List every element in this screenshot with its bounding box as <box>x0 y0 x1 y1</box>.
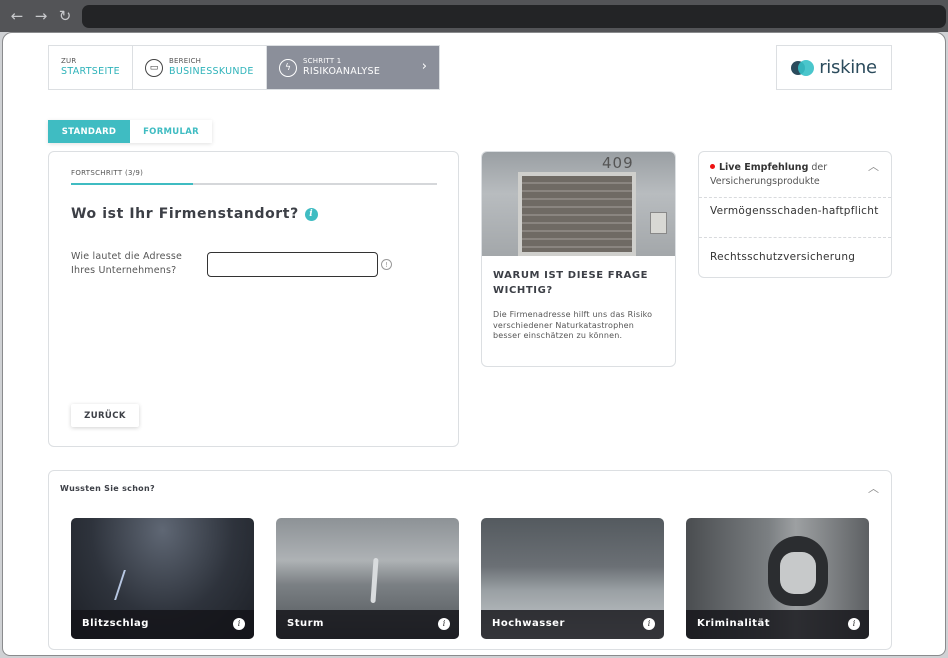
logo-mark-icon <box>791 59 815 76</box>
reload-icon[interactable]: ↻ <box>55 6 75 26</box>
crumb-risikoanalyse[interactable]: ϟ SCHRITT 1 RISIKOANALYSE › <box>267 46 439 89</box>
tile-label: Hochwasser <box>492 618 565 629</box>
tab-formular[interactable]: FORMULAR <box>130 120 212 143</box>
tile-label: Sturm <box>287 618 324 629</box>
question-card: FORTSCHRITT (3/9) Wo ist Ihr Firmenstand… <box>48 151 459 447</box>
crumb-large: BUSINESSKUNDE <box>169 66 254 77</box>
info-icon[interactable]: i <box>848 618 860 630</box>
help-icon[interactable]: ! <box>381 259 392 270</box>
lightning-icon: ϟ <box>279 58 297 77</box>
browser-toolbar: ← → ↻ <box>0 0 948 32</box>
arrow-right-icon[interactable]: → <box>31 6 51 26</box>
question-title: Wo ist Ihr Firmenstandort? i <box>71 206 318 222</box>
riskine-logo[interactable]: riskine <box>776 45 892 90</box>
product-item[interactable]: Vermögensschaden-haftpflicht <box>699 197 891 237</box>
product-item[interactable]: Rechtsschutzversicherung <box>699 237 891 277</box>
breadcrumb: ZUR STARTSEITE ▭ BEREICH BUSINESSKUNDE ϟ… <box>48 45 440 90</box>
address-label: Wie lautet die Adresse Ihres Unternehmen… <box>71 251 183 276</box>
tile-blitzschlag[interactable]: Blitzschlag i <box>71 518 254 639</box>
arrow-left-icon[interactable]: ← <box>7 6 27 26</box>
live-recommendation-panel: Live Empfehlung der Versicherungsprodukt… <box>698 151 892 278</box>
address-bar[interactable] <box>82 5 946 28</box>
door-image: 409 <box>482 152 675 256</box>
info-icon[interactable]: i <box>304 208 318 221</box>
info-icon[interactable]: i <box>438 618 450 630</box>
live-bold: Live Empfehlung <box>719 162 809 173</box>
tile-label: Kriminalität <box>697 618 770 629</box>
progress-label: FORTSCHRITT (3/9) <box>71 169 144 177</box>
did-you-know-panel: Wussten Sie schon? ︿ Blitzschlag i Sturm… <box>48 470 892 650</box>
chevron-up-icon[interactable]: ︿ <box>868 480 879 496</box>
page: ZUR STARTSEITE ▭ BEREICH BUSINESSKUNDE ϟ… <box>2 32 946 656</box>
briefcase-icon: ▭ <box>145 58 163 77</box>
crumb-small: BEREICH <box>169 57 202 65</box>
crumb-businesskunde[interactable]: ▭ BEREICH BUSINESSKUNDE <box>133 46 267 89</box>
why-card: 409 WARUM IST DIESE FRAGE WICHTIG? Die F… <box>481 151 676 367</box>
crumb-large: RISIKOANALYSE <box>303 66 381 77</box>
live-dot-icon <box>710 164 715 169</box>
chevron-right-icon: › <box>421 59 427 74</box>
why-title: WARUM IST DIESE FRAGE WICHTIG? <box>493 270 649 296</box>
house-number: 409 <box>602 154 634 172</box>
address-input[interactable] <box>207 252 378 277</box>
logo-text: riskine <box>819 57 877 78</box>
tile-kriminalitaet[interactable]: Kriminalität i <box>686 518 869 639</box>
tile-sturm[interactable]: Sturm i <box>276 518 459 639</box>
crumb-large: STARTSEITE <box>61 66 120 77</box>
why-text: Die Firmenadresse hilft uns das Risiko v… <box>493 310 653 340</box>
question-title-text: Wo ist Ihr Firmenstandort? <box>71 206 299 222</box>
tab-standard[interactable]: STANDARD <box>48 120 130 143</box>
mode-switch: STANDARD FORMULAR <box>48 120 212 143</box>
crumb-startseite[interactable]: ZUR STARTSEITE <box>49 46 133 89</box>
chevron-up-icon[interactable]: ︿ <box>868 158 879 174</box>
crumb-small: ZUR <box>61 57 77 65</box>
crumb-small: SCHRITT 1 <box>303 57 342 65</box>
live-header: Live Empfehlung der Versicherungsprodukt… <box>710 161 870 189</box>
progress-bar <box>71 183 437 185</box>
tile-label: Blitzschlag <box>82 618 149 629</box>
info-icon[interactable]: i <box>643 618 655 630</box>
info-icon[interactable]: i <box>233 618 245 630</box>
tile-hochwasser[interactable]: Hochwasser i <box>481 518 664 639</box>
back-button[interactable]: ZURÜCK <box>71 404 139 427</box>
did-you-know-title: Wussten Sie schon? <box>60 484 155 493</box>
progress-fill <box>71 183 193 185</box>
